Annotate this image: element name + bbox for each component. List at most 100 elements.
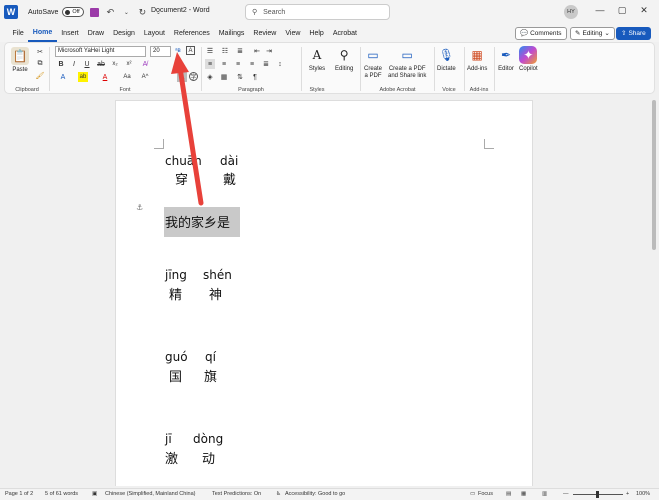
cut-icon[interactable]: ✂ xyxy=(35,47,45,57)
pinyin: jī xyxy=(165,432,172,446)
focus-button[interactable]: Focus xyxy=(478,491,493,497)
read-mode-icon[interactable]: ▤ xyxy=(506,491,511,497)
multilevel-list-icon[interactable]: ≣ xyxy=(235,46,245,56)
clear-formatting-icon[interactable]: A̸ xyxy=(140,59,150,69)
save-icon[interactable] xyxy=(88,6,100,18)
justify-icon[interactable]: ≡ xyxy=(247,59,257,69)
editor-button[interactable]: ✒ Editor xyxy=(497,46,515,73)
character-border-icon[interactable]: A xyxy=(186,46,195,55)
paste-button[interactable]: 📋 Paste xyxy=(11,47,29,74)
tab-references[interactable]: References xyxy=(169,24,214,42)
highlight-icon[interactable]: ab xyxy=(78,72,88,82)
close-icon[interactable]: ✕ xyxy=(637,5,651,16)
distributed-icon[interactable]: ≣ xyxy=(261,59,271,69)
bullets-icon[interactable]: ☰ xyxy=(205,46,215,56)
zoom-level[interactable]: 100% xyxy=(636,491,650,497)
editing-button[interactable]: ⚲ Editing xyxy=(335,46,353,73)
tab-mailings[interactable]: Mailings xyxy=(214,24,249,42)
tab-file[interactable]: File xyxy=(8,24,28,42)
undo-icon[interactable]: ↶ xyxy=(104,6,116,18)
tab-draw[interactable]: Draw xyxy=(83,24,108,42)
character-shading-icon[interactable]: A xyxy=(177,72,187,82)
editing-mode-button[interactable]: ✎ Editing ⌄ xyxy=(570,26,615,40)
language-status[interactable]: Chinese (Simplified, Mainland China) xyxy=(105,491,196,497)
shading-icon[interactable]: ◈ xyxy=(205,72,215,82)
voice-group: 🎙 Dictate Voice xyxy=(435,43,463,95)
redo-icon[interactable]: ↻ xyxy=(136,6,148,18)
zoom-slider-handle[interactable] xyxy=(596,491,599,498)
font-name-select[interactable]: Microsoft YaHei Light xyxy=(55,46,146,57)
chevron-down-icon[interactable]: ⌄ xyxy=(120,6,132,18)
font-color-icon[interactable]: A xyxy=(100,72,110,82)
align-center-icon[interactable]: ≡ xyxy=(219,59,229,69)
superscript-icon[interactable]: x² xyxy=(124,59,134,69)
create-pdf-share-button[interactable]: ▭ Create a PDF and Share link xyxy=(388,46,426,80)
selected-text[interactable]: 我的家乡是 xyxy=(165,212,230,231)
change-case-icon[interactable]: Aa xyxy=(122,72,132,82)
font-size-select[interactable]: 20 xyxy=(150,46,171,57)
enclose-characters-icon[interactable]: 字 xyxy=(189,72,198,81)
tab-view[interactable]: View xyxy=(281,24,305,42)
hanzi: 精 xyxy=(169,288,183,303)
avatar[interactable]: HY xyxy=(564,5,578,19)
share-button[interactable]: ⇧ Share xyxy=(616,26,651,40)
copy-icon[interactable]: ⧉ xyxy=(35,59,45,69)
page-count[interactable]: Page 1 of 2 xyxy=(5,491,33,497)
hanzi: 穿 xyxy=(175,173,189,188)
proofing-icon[interactable]: ▣ xyxy=(92,491,97,497)
document-page[interactable]: chuān dài 穿 戴 我的家乡是 ⚓ jīng shén 精 神 guó … xyxy=(115,100,533,486)
accessibility-status[interactable]: Accessibility: Good to go xyxy=(285,491,345,497)
web-layout-icon[interactable]: ▥ xyxy=(542,491,547,497)
numbering-icon[interactable]: ☷ xyxy=(220,46,230,56)
zoom-out-icon[interactable]: — xyxy=(563,491,569,497)
tab-layout[interactable]: Layout xyxy=(139,24,169,42)
text-effects-icon[interactable]: A xyxy=(58,72,68,82)
clipboard-group-label: Clipboard xyxy=(15,87,39,93)
show-marks-icon[interactable]: ¶ xyxy=(250,72,260,82)
vertical-scrollbar[interactable] xyxy=(651,96,657,484)
phonetic-guide-icon[interactable]: ᵃʙ xyxy=(173,46,183,56)
autosave-toggle[interactable]: Off xyxy=(62,7,85,17)
tab-design[interactable]: Design xyxy=(109,24,140,42)
copilot-button[interactable]: ✦ Copilot xyxy=(519,46,538,73)
tab-acrobat[interactable]: Acrobat xyxy=(328,24,361,42)
format-painter-icon[interactable]: 🖌 xyxy=(35,71,45,81)
pinyin: dòng xyxy=(193,432,224,446)
strikethrough-icon[interactable]: ab xyxy=(96,59,106,69)
document-area[interactable]: chuān dài 穿 戴 我的家乡是 ⚓ jīng shén 精 神 guó … xyxy=(0,94,659,486)
decrease-indent-icon[interactable]: ⇤ xyxy=(252,46,262,56)
create-pdf-button[interactable]: ▭ Create a PDF xyxy=(364,46,382,80)
addins-button[interactable]: ▦ Add-ins xyxy=(467,46,487,73)
minimize-icon[interactable]: — xyxy=(593,5,607,15)
bold-icon[interactable]: B xyxy=(56,59,66,69)
sort-icon[interactable]: ⇅ xyxy=(235,72,245,82)
pinyin: guó xyxy=(165,350,188,364)
increase-indent-icon[interactable]: ⇥ xyxy=(264,46,274,56)
comments-button[interactable]: 💬 Comments xyxy=(515,26,567,40)
line-spacing-icon[interactable]: ↕ xyxy=(275,59,285,69)
grow-font-icon[interactable]: A^ xyxy=(140,72,150,82)
word-count[interactable]: 5 of 61 words xyxy=(45,491,78,497)
maximize-icon[interactable]: ▢ xyxy=(615,5,629,16)
underline-icon[interactable]: U xyxy=(82,59,92,69)
styles-button[interactable]: A Styles xyxy=(308,46,326,73)
tab-help[interactable]: Help xyxy=(305,24,328,42)
align-right-icon[interactable]: ≡ xyxy=(233,59,243,69)
print-layout-icon[interactable]: ▦ xyxy=(521,491,526,497)
search-box[interactable]: ⚲ Search xyxy=(245,4,390,20)
dictate-button[interactable]: 🎙 Dictate xyxy=(437,46,456,73)
tab-review[interactable]: Review xyxy=(249,24,281,42)
grid-icon: ▦ xyxy=(471,47,483,62)
comment-icon: 💬 xyxy=(520,30,529,37)
zoom-in-icon[interactable]: + xyxy=(626,491,629,497)
font-group-label: Font xyxy=(119,87,131,93)
borders-icon[interactable]: ▦ xyxy=(219,72,229,82)
align-left-icon[interactable]: ≡ xyxy=(205,59,215,69)
text-predictions-status[interactable]: Text Predictions: On xyxy=(212,491,261,497)
tab-insert[interactable]: Insert xyxy=(57,24,84,42)
subscript-icon[interactable]: x₂ xyxy=(110,59,120,69)
tab-home[interactable]: Home xyxy=(28,24,57,42)
ribbon: 📋 Paste ✂ ⧉ 🖌 Clipboard Microsoft YaHei … xyxy=(4,42,655,94)
clipboard-group: 📋 Paste ✂ ⧉ 🖌 Clipboard xyxy=(5,43,49,95)
italic-icon[interactable]: I xyxy=(69,59,79,69)
